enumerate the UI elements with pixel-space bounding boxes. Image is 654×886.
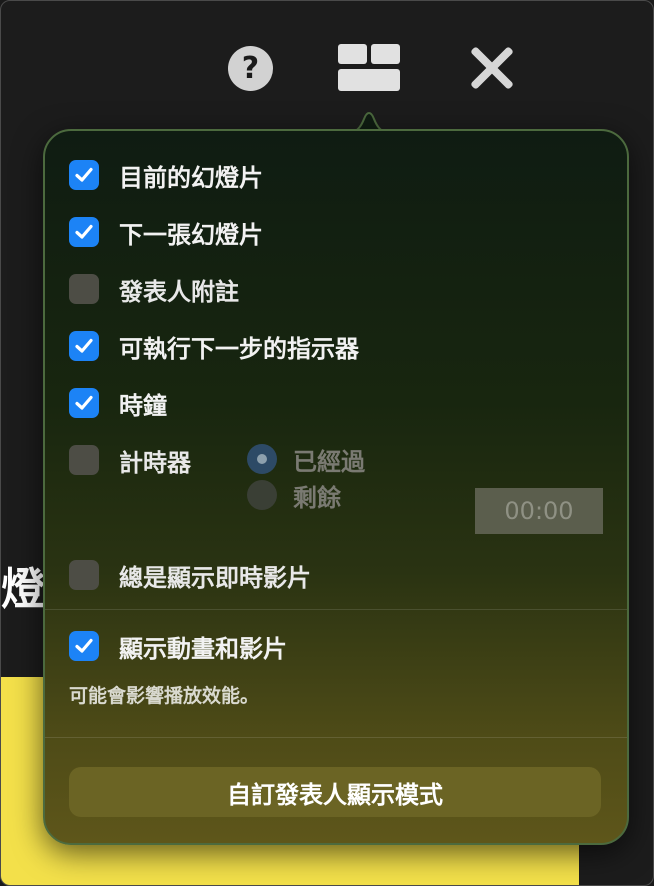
display-options-popover: 目前的幻燈片 下一張幻燈片 發表人附註 可執行下一步的指示器 時鐘 計時器 已經…: [43, 129, 629, 845]
option-label: 顯示動畫和影片: [119, 634, 287, 663]
option-label: 總是顯示即時影片: [119, 563, 311, 592]
question-mark-icon[interactable]: ?: [228, 46, 273, 91]
customize-presenter-display-button[interactable]: 自訂發表人顯示模式: [69, 767, 601, 817]
option-label: 目前的幻燈片: [119, 163, 263, 192]
checkbox-unchecked-icon[interactable]: [69, 274, 99, 304]
divider: [45, 609, 627, 610]
option-current-slide[interactable]: 目前的幻燈片: [69, 159, 263, 192]
option-timer[interactable]: 計時器: [69, 444, 191, 477]
checkbox-checked-icon[interactable]: [69, 631, 99, 661]
timer-mode-radio-group: 已經過 剩餘: [247, 442, 365, 514]
radio-selected-icon[interactable]: [247, 444, 277, 474]
checkbox-checked-icon[interactable]: [69, 160, 99, 190]
radio-label: 剩餘: [293, 483, 341, 512]
checkbox-checked-icon[interactable]: [69, 331, 99, 361]
divider: [45, 737, 627, 738]
option-next-slide[interactable]: 下一張幻燈片: [69, 216, 263, 249]
option-label: 可執行下一步的指示器: [119, 334, 359, 363]
close-icon[interactable]: [467, 43, 517, 93]
radio-label: 已經過: [293, 447, 365, 476]
option-label: 計時器: [119, 448, 191, 477]
layout-grid-icon[interactable]: [338, 44, 400, 91]
checkbox-checked-icon[interactable]: [69, 388, 99, 418]
option-ready-indicator[interactable]: 可執行下一步的指示器: [69, 330, 359, 363]
radio-remaining[interactable]: 剩餘: [247, 478, 365, 512]
radio-unselected-icon[interactable]: [247, 480, 277, 510]
slide-title-text: 燈: [1, 564, 45, 615]
checkbox-unchecked-icon[interactable]: [69, 560, 99, 590]
option-show-animations[interactable]: 顯示動畫和影片: [69, 630, 287, 663]
checkbox-checked-icon[interactable]: [69, 217, 99, 247]
timer-duration-field[interactable]: 00:00: [475, 488, 603, 534]
option-label: 時鐘: [119, 391, 167, 420]
option-label: 發表人附註: [119, 277, 239, 306]
option-label: 下一張幻燈片: [119, 220, 263, 249]
option-always-show-live-video[interactable]: 總是顯示即時影片: [69, 559, 311, 592]
option-clock[interactable]: 時鐘: [69, 387, 167, 420]
option-presenter-notes[interactable]: 發表人附註: [69, 273, 239, 306]
radio-elapsed[interactable]: 已經過: [247, 442, 365, 476]
checkbox-unchecked-icon[interactable]: [69, 445, 99, 475]
presenter-display-window: 燈 ? 目前的幻燈片 下一張幻燈片 發表人附註 可執行下一步的指示器 時鐘 計時…: [0, 0, 654, 886]
performance-note: 可能會影響播放效能。: [69, 685, 260, 707]
